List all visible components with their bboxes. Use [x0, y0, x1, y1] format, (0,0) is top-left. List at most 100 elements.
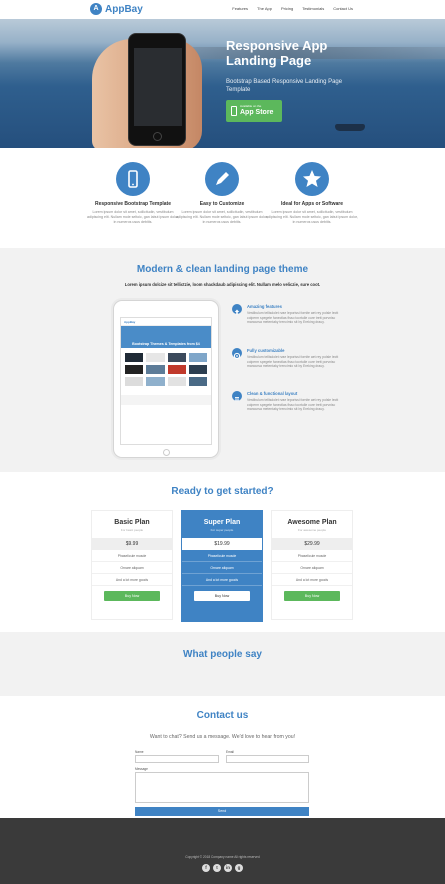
theme-section-lead: Lorem ipsum dolcize sit tellictzie, loom…	[124, 282, 321, 287]
feature-text: Lorem ipsum dolor sit amet, sollicitudin…	[176, 210, 268, 224]
brand-name: AppBay	[105, 3, 143, 15]
social-links: f t in g	[0, 864, 445, 872]
features-section: Responsive Bootstrap Template Lorem ipsu…	[0, 148, 445, 248]
phone-icon	[231, 106, 237, 116]
plan-subtitle: For basic people	[120, 528, 144, 532]
brand-logo[interactable]: A AppBay	[90, 3, 143, 15]
thumbnail	[146, 353, 165, 362]
hero-title: Responsive App Landing Page	[226, 38, 328, 68]
hero-subtitle: Bootstrap Based Responsive Landing Page …	[226, 79, 343, 93]
app-store-caption: Available on the	[240, 104, 262, 108]
nav-link-testimonials[interactable]: Testimonials	[302, 6, 324, 11]
thumbnail	[146, 377, 165, 386]
tablet-screen-banner-text: Bootstrap Themes & Templates from $4	[132, 342, 200, 346]
plan-feature: And a lot more goods	[92, 574, 172, 586]
feature-responsive: Responsive Bootstrap Template Lorem ipsu…	[83, 162, 183, 225]
theme-feature-title: Fully customizable	[247, 348, 285, 353]
hero-boat	[335, 124, 365, 131]
contact-title: Contact us	[196, 710, 249, 721]
feature-title: Responsive Bootstrap Template	[94, 201, 172, 207]
phone-home-button	[153, 132, 162, 141]
pencil-icon	[205, 162, 239, 196]
plan-feature: Phaselicule musde	[272, 550, 352, 562]
tablet-screen-nav: AppBay	[121, 318, 211, 326]
logo-badge-icon: A	[90, 3, 102, 15]
feature-apps: Ideal for Apps or Software Lorem ipsum d…	[262, 162, 362, 225]
plan-basic: Basic Plan For basic people $9.99 Phasel…	[91, 510, 173, 620]
plan-super: Super Plan For super people $19.99 Phase…	[181, 510, 263, 622]
plan-feature: Ornare aliquam	[92, 562, 172, 574]
thumbnail	[125, 377, 144, 386]
plan-feature: Ornare aliquam	[272, 562, 352, 574]
feature-title: Easy to Customize	[199, 201, 245, 207]
buy-now-button[interactable]: Buy Now	[284, 591, 340, 601]
email-field[interactable]	[226, 755, 309, 763]
linkedin-icon[interactable]: in	[224, 864, 232, 872]
theme-feature-text: Vestibulum tellisdolet rvae leporissi fo…	[247, 355, 339, 369]
thumbnail	[125, 365, 144, 374]
nav-link-the-app[interactable]: The App	[257, 6, 272, 11]
tablet-screen-banner: Bootstrap Themes & Templates from $4	[121, 326, 211, 348]
landing-page: A AppBay Features The App Pricing Testim…	[0, 0, 445, 884]
theme-feature-text: Vestibulum tellisdolet rvae leporissi fo…	[247, 311, 339, 325]
tablet-image: AppBay Bootstrap Themes & Templates from…	[113, 300, 219, 458]
app-store-label: App Store	[240, 109, 274, 116]
facebook-icon[interactable]: f	[202, 864, 210, 872]
name-field[interactable]	[135, 755, 219, 763]
target-icon	[232, 348, 242, 360]
thumbnail	[188, 365, 207, 374]
twitter-icon[interactable]: t	[213, 864, 221, 872]
plan-price: $29.99	[272, 538, 352, 550]
phone-screen	[134, 48, 182, 126]
feature-customize: Easy to Customize Lorem ipsum dolor sit …	[172, 162, 272, 225]
plan-subtitle: For super people	[210, 528, 234, 532]
plan-feature: And a lot more goods	[272, 574, 352, 586]
nav-link-contact[interactable]: Contact Us	[333, 6, 353, 11]
thumbnail	[146, 365, 165, 374]
feature-text: Lorem ipsum dolor sit amet, sollicitudin…	[266, 210, 358, 224]
googleplus-icon[interactable]: g	[235, 864, 243, 872]
mobile-icon	[116, 162, 150, 196]
thumbnail	[167, 365, 186, 374]
plan-awesome: Awesome Plan For awesome people $29.99 P…	[271, 510, 353, 620]
theme-feature-title: Clean & functional layout	[247, 391, 298, 396]
thumbnail	[167, 377, 186, 386]
contact-lead: Want to chat? Send us a message. We'd lo…	[149, 734, 296, 740]
footer: Copyright © 2018 Company name All rights…	[0, 818, 445, 884]
theme-section: Modern & clean landing page theme Lorem …	[0, 248, 445, 472]
feature-title: Ideal for Apps or Software	[280, 201, 344, 207]
message-textarea[interactable]	[135, 772, 309, 803]
buy-now-button[interactable]: Buy Now	[194, 591, 250, 601]
plan-subtitle: For awesome people	[297, 528, 326, 532]
feature-text: Lorem ipsum dolor sit amet, sollicitudin…	[87, 210, 179, 224]
pricing-title: Ready to get started?	[171, 486, 274, 497]
theme-feature-title: Amazing features	[247, 304, 282, 309]
plan-name: Awesome Plan	[287, 519, 337, 526]
name-label: Name	[135, 750, 144, 754]
tablet-screen-logo: AppBay	[124, 320, 136, 324]
plan-name: Super Plan	[203, 519, 241, 526]
buy-now-button[interactable]: Buy Now	[104, 591, 160, 601]
tablet-screen-thumbnails	[121, 348, 211, 391]
list-icon	[232, 391, 242, 402]
app-store-button[interactable]: Available on the App Store	[226, 100, 282, 122]
copyright-text: Copyright © 2018 Company name All rights…	[185, 855, 260, 859]
plan-feature: Ornare aliquam	[182, 562, 262, 574]
hero-section: Responsive App Landing Page Bootstrap Ba…	[0, 19, 445, 148]
phone-image	[128, 33, 186, 146]
thumbnail	[167, 353, 186, 362]
plan-feature: Phaselicule musde	[182, 550, 262, 562]
testimonials-title: What people say	[183, 649, 262, 660]
plan-feature: Phaselicule musde	[92, 550, 172, 562]
email-label: Email	[226, 750, 234, 754]
theme-section-title: Modern & clean landing page theme	[136, 264, 309, 275]
theme-feature-text: Vestibulum tellisdolet rvae leporissi fo…	[247, 398, 339, 412]
nav-link-pricing[interactable]: Pricing	[281, 6, 293, 11]
tablet-screen-footer	[121, 395, 211, 405]
nav-link-features[interactable]: Features	[232, 6, 248, 11]
send-button[interactable]: Send	[135, 807, 309, 816]
message-label: Message	[135, 767, 148, 771]
star-icon	[295, 162, 329, 196]
thumbnail	[188, 353, 207, 362]
upload-icon	[232, 304, 242, 315]
